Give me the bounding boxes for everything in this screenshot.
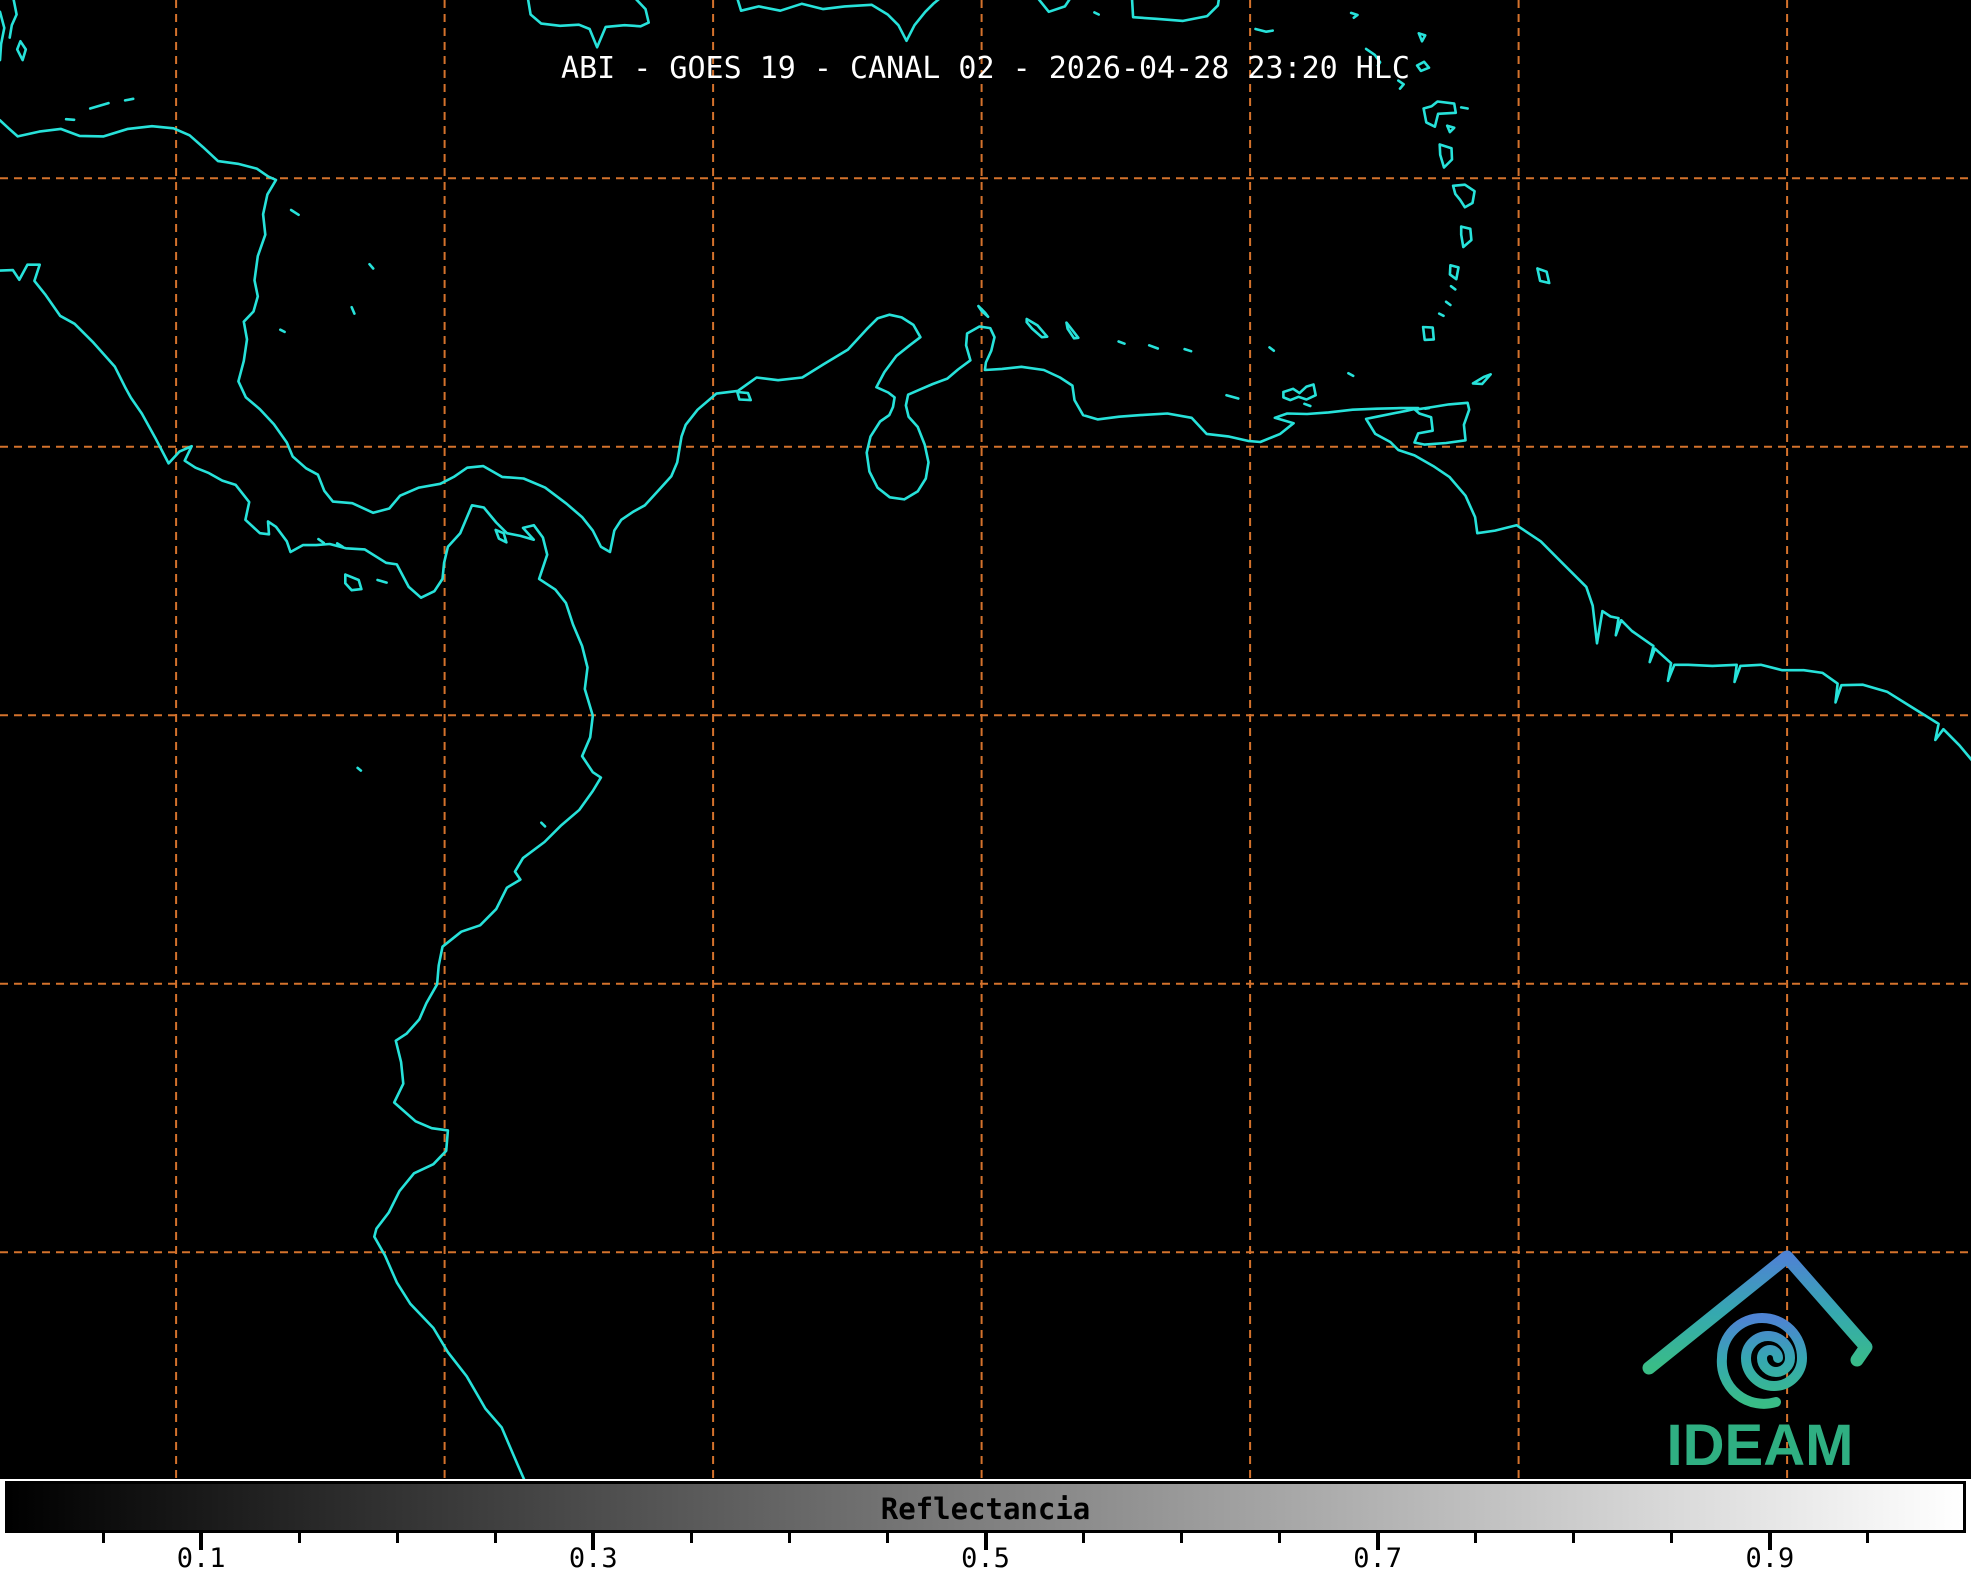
colorbar-minor-tick	[494, 1533, 497, 1543]
coastline-gorgona	[541, 823, 545, 827]
colorbar-minor-tick	[298, 1533, 301, 1543]
coastline-caribbean-atlantic-mainland	[0, 120, 1971, 761]
coastline-st-lucia	[1461, 227, 1471, 247]
coastline-cienaga-santa-marta	[737, 392, 750, 400]
colorbar-label: Reflectancia	[0, 1492, 1971, 1526]
colorbar-minor-tick	[1474, 1533, 1477, 1543]
coastline-puerto-rico-south	[1132, 0, 1219, 21]
coastline-los-testigos	[1348, 373, 1353, 376]
coastline-st-vincent	[1450, 265, 1459, 279]
coastline-providencia	[370, 264, 374, 268]
coastline-coiba	[345, 575, 361, 591]
coastline-st-croix	[1256, 29, 1273, 32]
coastline-las-aves	[1119, 342, 1125, 344]
coastline-chiriqui-islets	[318, 539, 323, 543]
coastline-roatan	[90, 103, 108, 108]
coastline-tobago	[1473, 374, 1491, 384]
coastline-pacific-mainland	[0, 265, 601, 1516]
colorbar-tick-label: 0.9	[1725, 1543, 1815, 1574]
colorbar-minor-tick	[1866, 1533, 1869, 1543]
coastline-saona-punta-cana	[1038, 0, 1070, 12]
colorbar-minor-tick	[886, 1533, 889, 1543]
coastline-orchila	[1185, 349, 1192, 351]
coastline-coche	[1304, 404, 1310, 406]
product-title: ABI - GOES 19 - CANAL 02 - 2026-04-28 23…	[0, 52, 1971, 85]
coastline-bequia	[1451, 286, 1455, 289]
coastline-ambergris	[10, 0, 17, 38]
coastline-barbuda	[1419, 33, 1425, 41]
coastline-miskito-cays	[291, 210, 299, 215]
coastline-cebaco	[378, 580, 387, 583]
coastline-desirade	[1461, 107, 1467, 108]
coastline-carriacou	[1439, 314, 1443, 316]
coastline-trinidad	[1415, 403, 1470, 445]
ideam-mountain-icon	[1649, 1257, 1866, 1368]
coastline-canouan-union	[1446, 302, 1450, 305]
coastline-blanquilla	[1270, 347, 1274, 350]
coastline-curacao	[1027, 319, 1048, 337]
colorbar-minor-tick	[1572, 1533, 1575, 1543]
coastline-st-martin	[1351, 13, 1357, 18]
coastline-barbados	[1537, 269, 1549, 284]
coastline-los-roques	[1149, 345, 1158, 348]
coastline-bocas-islets	[1425, 408, 1429, 409]
coastline-marie-galante	[1447, 126, 1454, 132]
ideam-logo-text: IDEAM	[1667, 1413, 1854, 1478]
goes-satellite-product: ABI - GOES 19 - CANAL 02 - 2026-04-28 23…	[0, 0, 1971, 1577]
colorbar-minor-tick	[396, 1533, 399, 1543]
colorbar-minor-tick	[1082, 1533, 1085, 1543]
coastline-bonaire	[1067, 323, 1079, 339]
colorbar-minor-tick	[690, 1533, 693, 1543]
ideam-logo: IDEAM	[1626, 1236, 1882, 1480]
coastline-grenada	[1423, 327, 1434, 340]
coastline-san-andres	[352, 307, 355, 313]
ideam-spiral-icon	[1722, 1318, 1802, 1404]
coastline-mona	[1094, 12, 1098, 14]
colorbar-strip: Reflectancia 0.1 0.3 0.5 0.7 0.9	[0, 1479, 1971, 1577]
coastline-utila	[66, 119, 74, 120]
coastline-guanaja	[125, 99, 133, 101]
colorbar-minor-tick	[1180, 1533, 1183, 1543]
coastline-dominica	[1440, 145, 1452, 168]
colorbar-minor-tick	[102, 1533, 105, 1543]
colorbar-minor-tick	[788, 1533, 791, 1543]
coastline-malpelo	[358, 768, 361, 771]
colorbar-minor-tick	[1670, 1533, 1673, 1543]
colorbar-tick-label: 0.3	[548, 1543, 638, 1574]
colorbar-minor-tick	[1278, 1533, 1281, 1543]
coastline-jamaica	[528, 0, 649, 47]
colorbar-tick-label: 0.5	[941, 1543, 1031, 1574]
coastline-hispaniola-south	[737, 0, 940, 41]
coastline-margarita	[1283, 385, 1315, 401]
coastline-la-tortuga	[1227, 395, 1239, 398]
colorbar-tick-label: 0.1	[156, 1543, 246, 1574]
coastline-corn-islands	[280, 330, 284, 332]
coastline-aruba	[978, 306, 988, 317]
colorbar-tick-label: 0.7	[1333, 1543, 1423, 1574]
coastline-martinique	[1453, 185, 1475, 208]
coastline-guadeloupe	[1424, 102, 1456, 127]
